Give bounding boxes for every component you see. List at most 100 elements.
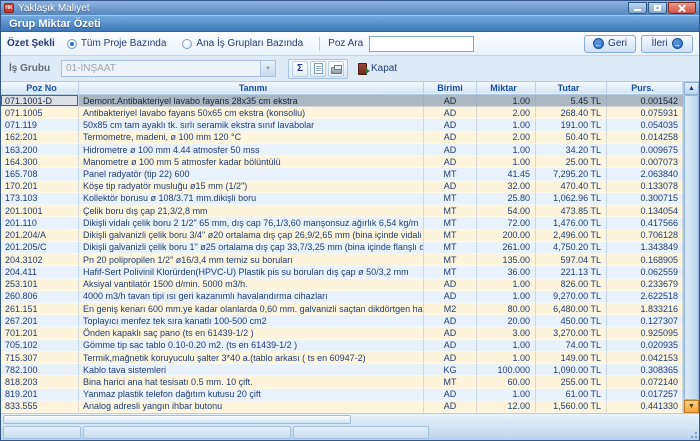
cell-miktar[interactable]: 2.00 <box>477 132 536 144</box>
cell-tutar[interactable]: 470.40 TL <box>536 181 607 193</box>
cell-tutar[interactable]: 50.40 TL <box>536 132 607 144</box>
sum-button[interactable]: Σ <box>292 61 308 77</box>
cell-purs[interactable]: 0.233679 <box>607 279 683 291</box>
cell-poz[interactable]: 201.1001 <box>1 205 79 217</box>
cell-birim[interactable]: M2 <box>424 303 477 315</box>
cell-birim[interactable]: AD <box>424 107 477 119</box>
cell-miktar[interactable]: 1.00 <box>477 144 536 156</box>
cell-birim[interactable]: AD <box>424 401 477 413</box>
cell-tutar[interactable]: 149.00 TL <box>536 352 607 364</box>
cell-birim[interactable]: AD <box>424 156 477 168</box>
cell-miktar[interactable]: 100.000 <box>477 364 536 376</box>
table-row[interactable]: 782.100Kablo tava sistemleriKG100.0001,0… <box>1 364 683 376</box>
cell-tanim[interactable]: Hidrometre ø 100 mm 4.44 atmosfer 50 mss <box>79 144 424 156</box>
cell-birim[interactable]: KG <box>424 364 477 376</box>
cell-tanim[interactable]: Gömme tip sac tablo 0.10-0.20 m2. (ts en… <box>79 340 424 352</box>
cell-tanim[interactable]: 50x85 cm tam ayaklı tk. sırlı seramik ek… <box>79 119 424 131</box>
radio-tum-proje[interactable]: Tüm Proje Bazında <box>67 38 167 49</box>
table-row[interactable]: 261.151En geniş kenarı 600 mm.ye kadar o… <box>1 303 683 315</box>
kapat-button[interactable]: Kapat <box>358 63 397 75</box>
cell-tutar[interactable]: 1,560.00 TL <box>536 401 607 413</box>
cell-poz[interactable]: 071.119 <box>1 119 79 131</box>
cell-purs[interactable]: 0.441330 <box>607 401 683 413</box>
cell-tutar[interactable]: 597.04 TL <box>536 254 607 266</box>
cell-purs[interactable]: 0.014258 <box>607 132 683 144</box>
cell-tanim[interactable]: Toplayıcı menfez tek sıra kanatlı 100-50… <box>79 315 424 327</box>
cell-miktar[interactable]: 80.00 <box>477 303 536 315</box>
cell-tutar[interactable]: 191.00 TL <box>536 119 607 131</box>
cell-purs[interactable]: 0.168905 <box>607 254 683 266</box>
cell-poz[interactable]: 833.555 <box>1 401 79 413</box>
radio-ana-is-gruplari[interactable]: Ana İş Grupları Bazında <box>182 38 303 49</box>
table-row[interactable]: 163.200Hidrometre ø 100 mm 4.44 atmosfer… <box>1 144 683 156</box>
cell-birim[interactable]: AD <box>424 279 477 291</box>
cell-poz[interactable]: 165.708 <box>1 168 79 180</box>
column-header-miktar[interactable]: Miktar <box>477 82 536 94</box>
cell-tanim[interactable]: Önden kapaklı saç pano (ts en 61439-1/2 … <box>79 327 424 339</box>
table-row[interactable]: 701.201Önden kapaklı saç pano (ts en 614… <box>1 327 683 339</box>
cell-miktar[interactable]: 1.00 <box>477 291 536 303</box>
cell-miktar[interactable]: 25.80 <box>477 193 536 205</box>
cell-tanim[interactable]: Köşe tip radyatör musluğu ø15 mm (1/2") <box>79 181 424 193</box>
scrollbar-thumb[interactable] <box>684 95 699 400</box>
cell-tutar[interactable]: 255.00 TL <box>536 376 607 388</box>
cell-birim[interactable]: AD <box>424 352 477 364</box>
cell-birim[interactable]: MT <box>424 193 477 205</box>
table-row[interactable]: 204.3102Pn 20 polipropilen 1/2" ø16/3,4 … <box>1 254 683 266</box>
cell-poz[interactable]: 201.205/C <box>1 242 79 254</box>
geri-button[interactable]: ← Geri <box>584 35 636 53</box>
cell-poz[interactable]: 260.806 <box>1 291 79 303</box>
cell-birim[interactable]: AD <box>424 144 477 156</box>
cell-birim[interactable]: AD <box>424 132 477 144</box>
resize-grip-icon[interactable] <box>688 429 698 439</box>
cell-tutar[interactable]: 1,476.00 TL <box>536 217 607 229</box>
cell-birim[interactable]: AD <box>424 95 477 107</box>
column-header-birimi[interactable]: Birimi <box>424 82 477 94</box>
cell-tutar[interactable]: 74.00 TL <box>536 340 607 352</box>
cell-miktar[interactable]: 261.00 <box>477 242 536 254</box>
cell-purs[interactable]: 0.062559 <box>607 266 683 278</box>
cell-birim[interactable]: AD <box>424 291 477 303</box>
cell-tutar[interactable]: 2,496.00 TL <box>536 230 607 242</box>
cell-tutar[interactable]: 34.20 TL <box>536 144 607 156</box>
table-row[interactable]: 162.201Termometre, madeni, ø 100 mm 120 … <box>1 132 683 144</box>
cell-tutar[interactable]: 221.13 TL <box>536 266 607 278</box>
cell-purs[interactable]: 0.308365 <box>607 364 683 376</box>
table-row[interactable]: 201.204/ADikişli galvanizli çelik boru 3… <box>1 230 683 242</box>
cell-tanim[interactable]: Pn 20 polipropilen 1/2" ø16/3,4 mm temiz… <box>79 254 424 266</box>
cell-tanim[interactable]: Antibakteriyel lavabo fayans 50x65 cm ek… <box>79 107 424 119</box>
vertical-scrollbar[interactable]: ▲ ▼ <box>683 82 699 413</box>
cell-birim[interactable]: MT <box>424 217 477 229</box>
cell-birim[interactable]: AD <box>424 327 477 339</box>
cell-miktar[interactable]: 32.00 <box>477 181 536 193</box>
cell-miktar[interactable]: 1.00 <box>477 95 536 107</box>
cell-tanim[interactable]: Kollektör borusu ø 108/3.71 mm.dikişli b… <box>79 193 424 205</box>
cell-miktar[interactable]: 3.00 <box>477 327 536 339</box>
cell-purs[interactable]: 2.063840 <box>607 168 683 180</box>
cell-miktar[interactable]: 1.00 <box>477 389 536 401</box>
print-button[interactable] <box>328 61 344 77</box>
cell-poz[interactable]: 253.101 <box>1 279 79 291</box>
cell-tutar[interactable]: 4,750.20 TL <box>536 242 607 254</box>
cell-tanim[interactable]: Aksiyal vantilatör 1500 d/min. 5000 m3/h… <box>79 279 424 291</box>
cell-purs[interactable]: 0.133078 <box>607 181 683 193</box>
table-row[interactable]: 818.203Bina harici ana hat tesisatı 0.5 … <box>1 376 683 388</box>
table-row[interactable]: 170.201Köşe tip radyatör musluğu ø15 mm … <box>1 181 683 193</box>
cell-purs[interactable]: 0.007073 <box>607 156 683 168</box>
cell-purs[interactable]: 2.622518 <box>607 291 683 303</box>
cell-poz[interactable]: 162.201 <box>1 132 79 144</box>
cell-poz[interactable]: 170.201 <box>1 181 79 193</box>
cell-tanim[interactable]: 4000 m3/h tavan tipi ısı geri kazanımlı … <box>79 291 424 303</box>
cell-miktar[interactable]: 60.00 <box>477 376 536 388</box>
cell-poz[interactable]: 173.103 <box>1 193 79 205</box>
cell-miktar[interactable]: 1.00 <box>477 352 536 364</box>
column-header-purs[interactable]: Purs. <box>607 82 683 94</box>
combo-dropdown-button[interactable]: ▼ <box>260 61 275 76</box>
cell-poz[interactable]: 164.300 <box>1 156 79 168</box>
cell-purs[interactable]: 0.054035 <box>607 119 683 131</box>
cell-poz[interactable]: 818.203 <box>1 376 79 388</box>
cell-purs[interactable]: 0.042153 <box>607 352 683 364</box>
cell-tanim[interactable]: Yanmaz plastik telefon dağıtım kutusu 20… <box>79 389 424 401</box>
cell-miktar[interactable]: 12.00 <box>477 401 536 413</box>
table-row[interactable]: 819.201Yanmaz plastik telefon dağıtım ku… <box>1 389 683 401</box>
